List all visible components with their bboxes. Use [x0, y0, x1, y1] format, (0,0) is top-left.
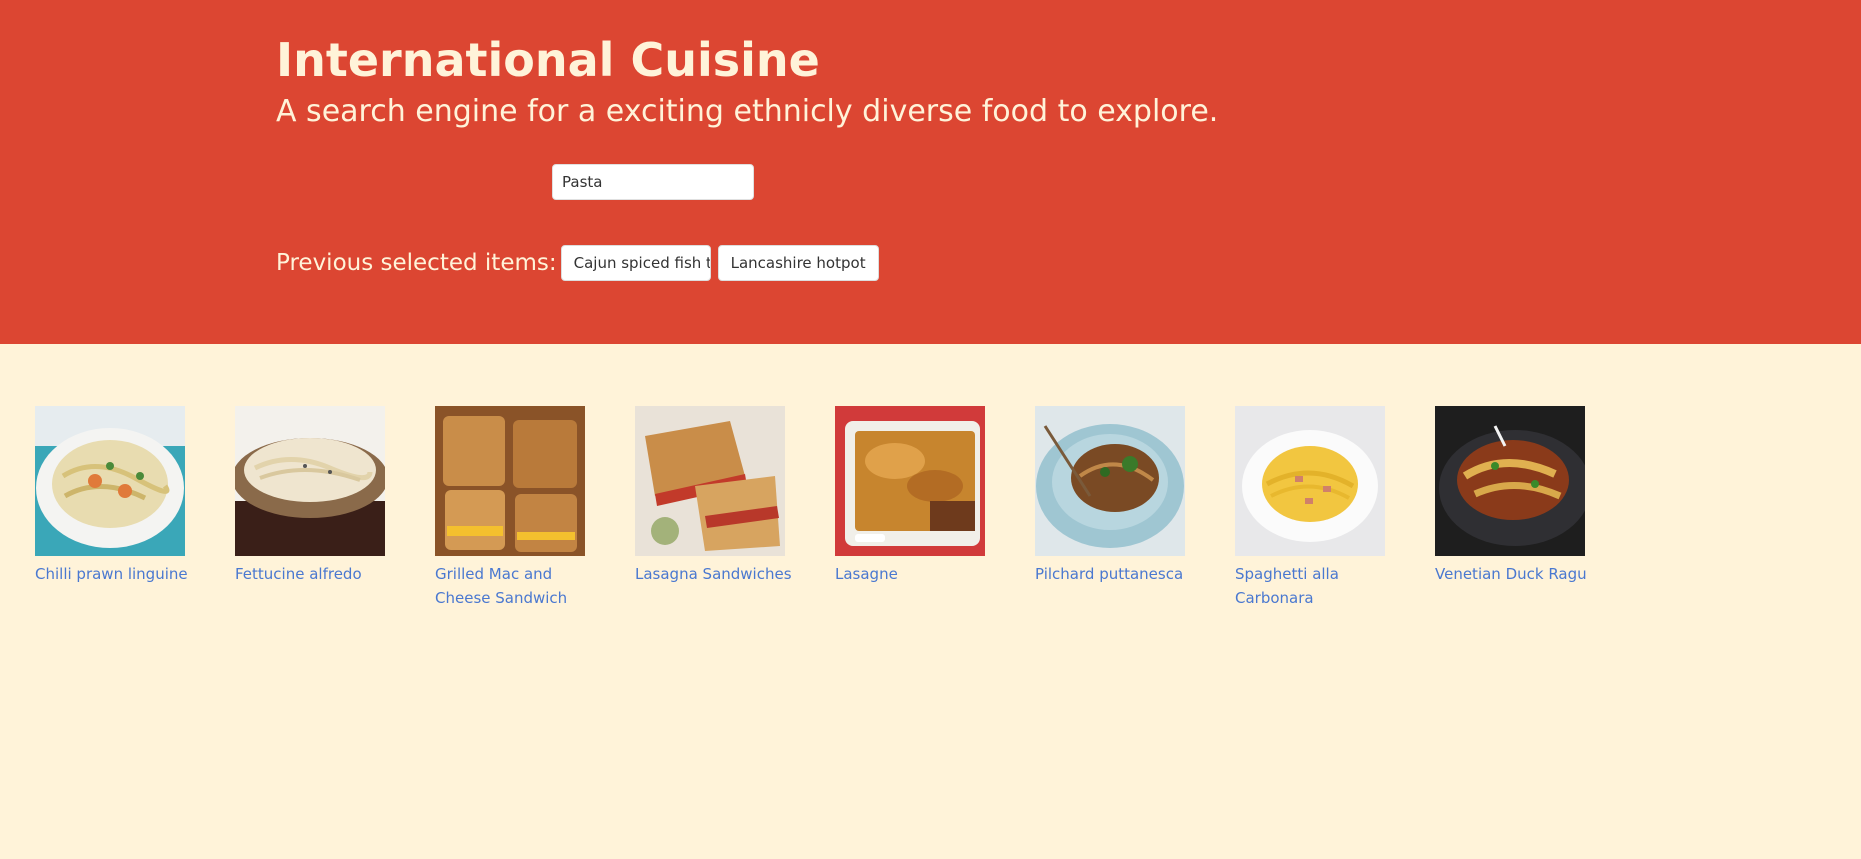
page-subtitle: A search engine for a exciting ethnicly … — [276, 94, 1219, 129]
grilled-mac-cheese-photo[interactable] — [435, 406, 585, 556]
spaghetti-carbonara-photo[interactable] — [1235, 406, 1385, 556]
result-title-link[interactable]: Grilled Mac and Cheese Sandwich — [435, 562, 605, 610]
result-card[interactable]: Venetian Duck Ragu — [1435, 406, 1605, 610]
result-title-link[interactable]: Pilchard puttanesca — [1035, 562, 1205, 586]
hero-text: International Cuisine A search engine fo… — [276, 28, 1218, 132]
previous-item-button[interactable]: Cajun spiced fish ta — [560, 245, 711, 281]
pilchard-puttanesca-photo[interactable] — [1035, 406, 1185, 556]
result-title-link[interactable]: Venetian Duck Ragu — [1435, 562, 1605, 586]
lasagne-photo[interactable] — [835, 406, 985, 556]
result-title-link[interactable]: Fettucine alfredo — [235, 562, 405, 586]
previous-item-button[interactable]: Lancashire hotpot — [717, 245, 879, 281]
page-title: International Cuisine — [276, 33, 820, 87]
result-title-link[interactable]: Lasagne — [835, 562, 1005, 586]
result-card[interactable]: Lasagne — [835, 406, 1005, 610]
result-title-link[interactable]: Lasagna Sandwiches — [635, 562, 805, 586]
result-card[interactable]: Spaghetti alla Carbonara — [1235, 406, 1405, 610]
search-container — [552, 164, 754, 200]
chilli-prawn-linguine-photo[interactable] — [35, 406, 185, 556]
result-card[interactable]: Chilli prawn linguine — [35, 406, 205, 610]
hero-banner: International Cuisine A search engine fo… — [0, 0, 1861, 344]
result-title-link[interactable]: Chilli prawn linguine — [35, 562, 205, 586]
result-title-link[interactable]: Spaghetti alla Carbonara — [1235, 562, 1405, 610]
result-card[interactable]: Pilchard puttanesca — [1035, 406, 1205, 610]
result-card[interactable]: Fettucine alfredo — [235, 406, 405, 610]
result-card[interactable]: Grilled Mac and Cheese Sandwich — [435, 406, 605, 610]
previous-items-label: Previous selected items: — [276, 250, 557, 276]
venetian-duck-ragu-photo[interactable] — [1435, 406, 1585, 556]
fettucine-alfredo-photo[interactable] — [235, 406, 385, 556]
results-grid: Chilli prawn linguine Fettucine alfredo … — [35, 406, 1605, 610]
search-input[interactable] — [552, 164, 754, 200]
previous-items-row: Previous selected items: Cajun spiced fi… — [276, 245, 886, 281]
result-card[interactable]: Lasagna Sandwiches — [635, 406, 805, 610]
lasagna-sandwiches-photo[interactable] — [635, 406, 785, 556]
